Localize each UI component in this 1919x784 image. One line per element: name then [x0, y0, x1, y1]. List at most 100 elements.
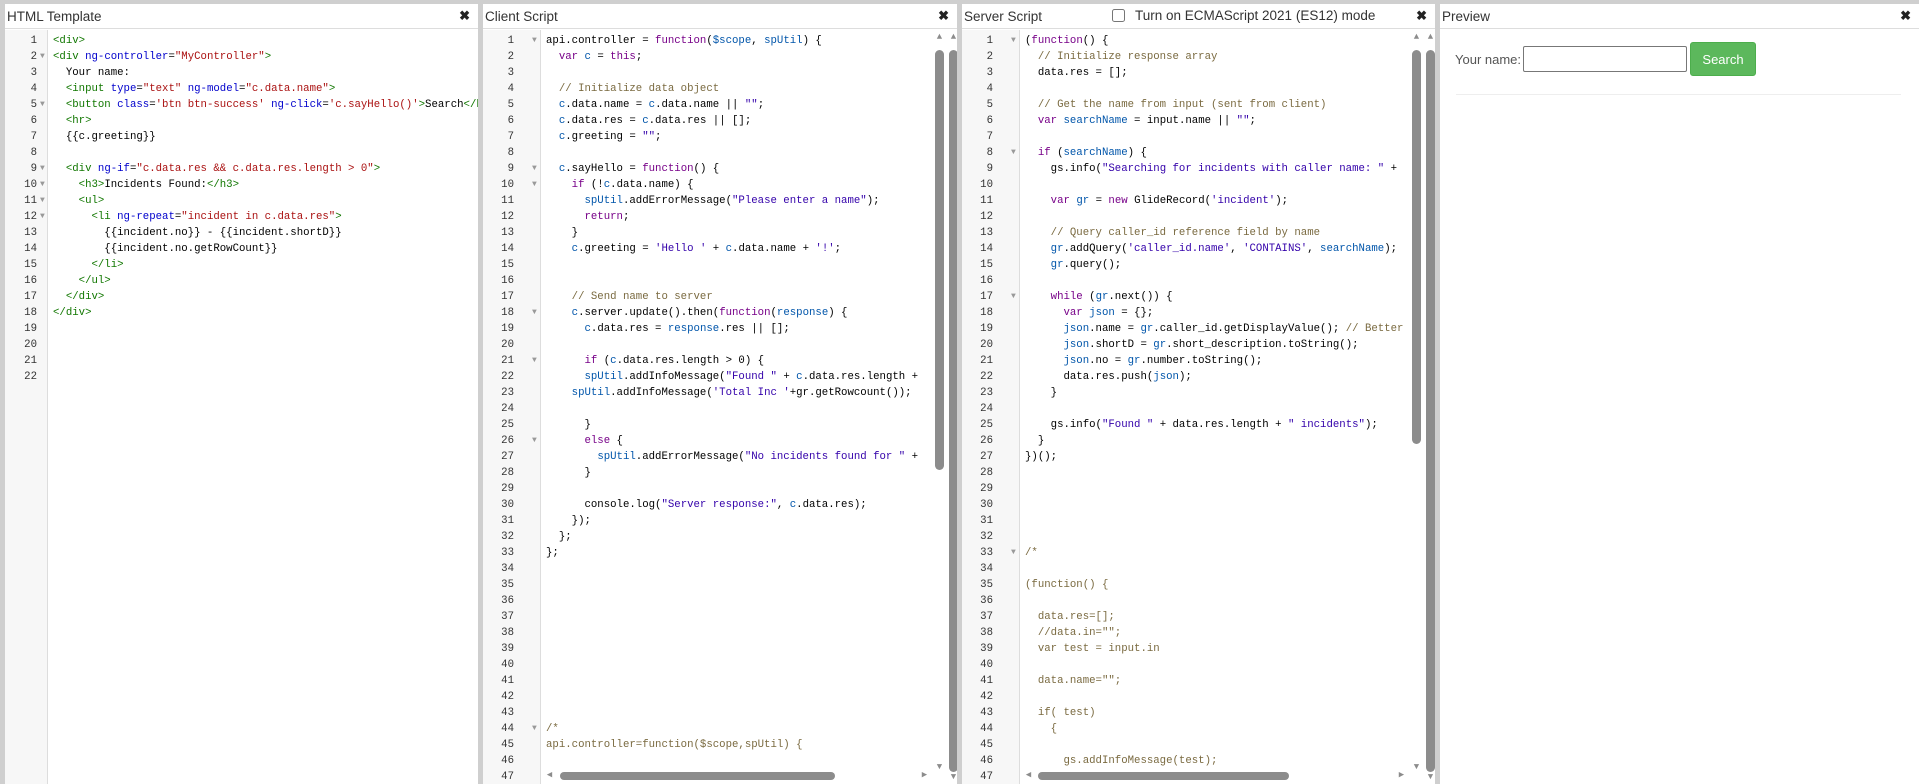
scrollbar-thumb[interactable] — [1412, 50, 1421, 444]
code-line: 16 — [962, 273, 1435, 289]
line-number: 9 — [507, 163, 514, 175]
code-token: var — [1050, 195, 1070, 207]
code-text: data.res = []; — [1025, 65, 1128, 81]
code-token: '!' — [815, 243, 835, 255]
code-token: .next()) { — [1108, 291, 1173, 303]
code-line: 16 — [483, 273, 957, 289]
scroll-up-icon[interactable]: ▲ — [949, 32, 957, 42]
scroll-down-icon[interactable]: ▼ — [949, 772, 957, 782]
code-line: 27 spUtil.addErrorMessage("No incidents … — [483, 449, 957, 465]
outer-vertical-scrollbar[interactable]: ▲ ▼ — [1426, 30, 1435, 784]
scroll-down-icon[interactable]: ▼ — [1426, 772, 1435, 782]
code-line: 3 data.res = []; — [962, 65, 1435, 81]
scrollbar-thumb[interactable] — [935, 50, 944, 470]
code-line: 6 c.data.res = c.data.res || []; — [483, 113, 957, 129]
code-token: Incidents Found: — [104, 179, 207, 191]
scrollbar-thumb[interactable] — [1426, 50, 1435, 772]
inner-vertical-scrollbar[interactable]: ▲ ▼ — [1412, 30, 1421, 772]
code-text: c.data.res = c.data.res || []; — [546, 113, 751, 129]
close-icon[interactable]: ✖ — [938, 8, 949, 24]
scrollbar-thumb[interactable] — [560, 772, 835, 780]
es12-mode-checkbox[interactable] — [1112, 9, 1125, 22]
code-token: data.res=[]; — [1025, 611, 1115, 623]
line-number: 39 — [980, 643, 993, 655]
es12-mode-toggle[interactable]: Turn on ECMAScript 2021 (ES12) mode — [1112, 8, 1375, 23]
outer-vertical-scrollbar[interactable]: ▲ ▼ — [949, 30, 957, 784]
code-token: "No incidents found for " — [744, 451, 906, 463]
code-token: })(); — [1025, 451, 1058, 463]
code-text: var test = input.in — [1025, 641, 1160, 657]
code-token: gr — [1140, 323, 1154, 335]
fold-arrow-icon[interactable]: ▼ — [1011, 145, 1016, 161]
code-text: <ul> — [53, 193, 105, 209]
code-token: } — [1025, 435, 1045, 447]
scroll-left-icon[interactable]: ◀ — [1024, 770, 1033, 780]
fold-arrow-icon[interactable]: ▼ — [1011, 545, 1016, 561]
fold-arrow-icon[interactable]: ▼ — [532, 433, 537, 449]
code-text: data.res=[]; — [1025, 609, 1115, 625]
scroll-up-icon[interactable]: ▲ — [1412, 32, 1421, 42]
scroll-left-icon[interactable]: ◀ — [545, 770, 554, 780]
line-number: 21 — [501, 355, 514, 367]
fold-arrow-icon[interactable]: ▼ — [532, 177, 537, 193]
fold-arrow-icon[interactable]: ▼ — [532, 161, 537, 177]
panel-header: Preview ✖ — [1440, 4, 1919, 29]
search-button[interactable]: Search — [1690, 42, 1757, 76]
code-token: ; — [1249, 115, 1256, 127]
scroll-right-icon[interactable]: ▶ — [920, 770, 929, 780]
line-number: 18 — [980, 307, 993, 319]
fold-arrow-icon[interactable]: ▼ — [40, 97, 45, 113]
scroll-right-icon[interactable]: ▶ — [1397, 770, 1406, 780]
code-token: ng-if — [97, 163, 130, 175]
fold-arrow-icon[interactable]: ▼ — [40, 209, 45, 225]
code-token: ); — [1178, 371, 1192, 383]
server-code-editor[interactable]: 1 ▼ (function() {2 // Initialize response … — [962, 30, 1435, 784]
code-token: ng-repeat — [117, 211, 175, 223]
line-number: 22 — [980, 371, 993, 383]
scrollbar-thumb[interactable] — [1038, 772, 1289, 780]
horizontal-scrollbar[interactable]: ◀ ▶ — [543, 770, 931, 782]
scroll-down-icon[interactable]: ▼ — [935, 762, 944, 772]
fold-arrow-icon[interactable]: ▼ — [40, 161, 45, 177]
fold-arrow-icon[interactable]: ▼ — [40, 177, 45, 193]
scrollbar-thumb[interactable] — [949, 50, 957, 772]
fold-arrow-icon[interactable]: ▼ — [532, 305, 537, 321]
close-icon[interactable]: ✖ — [1416, 8, 1427, 24]
code-line: 9 gs.info("Searching for incidents with … — [962, 161, 1435, 177]
code-token: gr — [1127, 355, 1141, 367]
horizontal-scrollbar[interactable]: ◀ ▶ — [1022, 770, 1408, 782]
fold-arrow-icon[interactable]: ▼ — [1011, 33, 1016, 49]
code-token: spUtil — [571, 387, 611, 399]
code-token: = — [1089, 195, 1109, 207]
fold-arrow-icon[interactable]: ▼ — [532, 721, 537, 737]
fold-arrow-icon[interactable]: ▼ — [532, 33, 537, 49]
line-number: 30 — [501, 499, 514, 511]
html-code-editor[interactable]: 1 <div> 2 ▼ <div ng-controller="MyController… — [5, 30, 478, 784]
line-number: 28 — [501, 467, 514, 479]
inner-vertical-scrollbar[interactable]: ▲ ▼ — [935, 30, 944, 772]
close-icon[interactable]: ✖ — [1900, 8, 1911, 24]
code-token: new — [1108, 195, 1128, 207]
code-line: 4 // Initialize data object — [483, 81, 957, 97]
code-line: 28 } — [483, 465, 957, 481]
line-number: 12 — [24, 211, 37, 223]
fold-arrow-icon[interactable]: ▼ — [532, 353, 537, 369]
scroll-up-icon[interactable]: ▲ — [1426, 32, 1435, 42]
fold-arrow-icon[interactable]: ▼ — [1011, 289, 1016, 305]
code-token: function — [1031, 35, 1083, 47]
fold-arrow-icon[interactable]: ▼ — [40, 49, 45, 65]
fold-arrow-icon[interactable]: ▼ — [40, 193, 45, 209]
code-token: <hr> — [65, 115, 92, 127]
close-icon[interactable]: ✖ — [459, 8, 470, 24]
code-line: 25 } — [483, 417, 957, 433]
code-line: 33}; — [483, 545, 957, 561]
code-text: </ul> — [53, 273, 111, 289]
panel-header: Client Script ✖ — [483, 4, 957, 29]
scroll-down-icon[interactable]: ▼ — [1412, 762, 1421, 772]
client-code-editor[interactable]: 1 ▼ api.controller = function($scope, spUt… — [483, 30, 957, 784]
name-input[interactable] — [1523, 46, 1688, 72]
scroll-up-icon[interactable]: ▲ — [935, 32, 944, 42]
code-line: 41 data.name=""; — [962, 673, 1435, 689]
